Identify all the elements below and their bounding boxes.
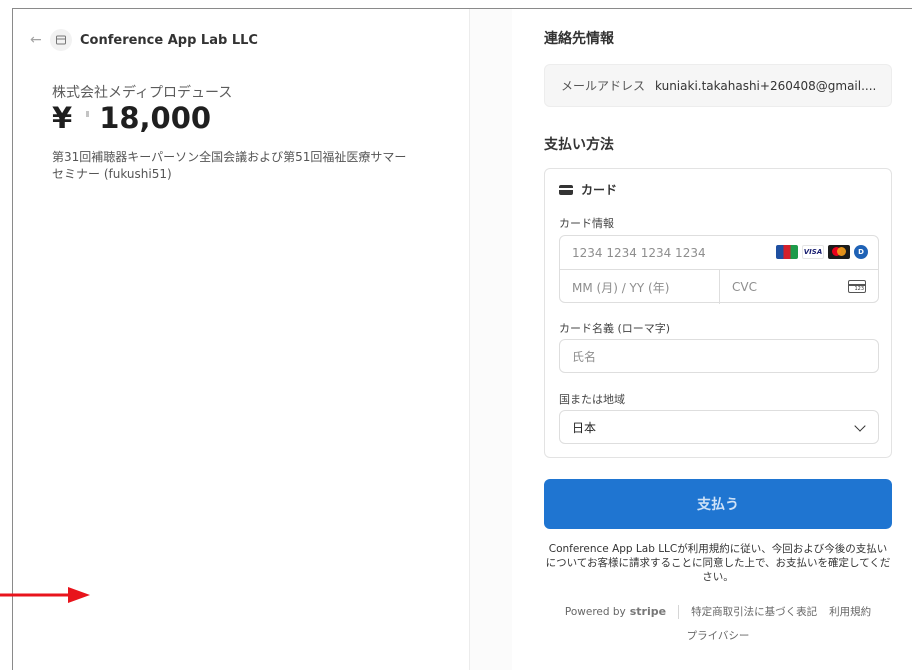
payment-method-card: カード カード情報 1234 1234 1234 1234 VISA D MM … <box>544 168 892 458</box>
amount-value: 18,000 <box>99 101 212 135</box>
powered-by-stripe[interactable]: Powered by stripe <box>565 605 666 618</box>
cardholder-name-label: カード名義 (ローマ字) <box>559 322 671 335</box>
visa-icon: VISA <box>802 245 824 259</box>
payment-method-header[interactable]: カード <box>559 181 617 198</box>
expiry-input[interactable]: MM (月) / YY (年) <box>560 270 720 304</box>
mastercard-icon <box>828 245 850 259</box>
back-arrow-icon[interactable]: ← <box>30 32 42 48</box>
credit-card-icon <box>559 184 573 195</box>
card-number-placeholder: 1234 1234 1234 1234 <box>572 245 706 260</box>
annotation-arrow-icon <box>0 587 90 603</box>
footer-link-privacy[interactable]: プライバシー <box>544 628 892 643</box>
product-company: 株式会社メディプロデュース <box>52 85 233 101</box>
merchant-name: Conference App Lab LLC <box>80 32 258 48</box>
cardholder-name-placeholder: 氏名 <box>572 349 597 364</box>
store-icon <box>56 35 66 45</box>
cardholder-name-input[interactable]: 氏名 <box>559 339 879 373</box>
card-info-label: カード情報 <box>559 217 614 230</box>
price-mark <box>86 111 90 117</box>
cvc-placeholder: CVC <box>732 280 757 294</box>
stripe-logo: stripe <box>629 605 667 618</box>
expiry-placeholder: MM (月) / YY (年) <box>572 280 670 295</box>
merchant-header[interactable]: ← Conference App Lab LLC <box>30 28 258 52</box>
product-description: 第31回補聴器キーパーソン全国会議および第51回福祉医療サマーセミナー (fuk… <box>52 150 407 181</box>
email-label: メールアドレス <box>561 79 646 93</box>
chevron-down-icon <box>854 420 866 432</box>
country-select[interactable]: 日本 <box>559 410 879 444</box>
country-label: 国または地域 <box>559 393 625 406</box>
merchant-logo <box>50 29 72 51</box>
contact-title: 連絡先情報 <box>544 31 614 47</box>
powered-by-text: Powered by <box>564 605 626 618</box>
pay-button[interactable]: 支払う <box>544 479 892 529</box>
card-brands: VISA D <box>776 245 868 259</box>
price-amount: ¥ 18,000 <box>52 101 211 135</box>
payment-method-label: カード <box>581 183 618 197</box>
jcb-icon <box>776 245 798 259</box>
cvc-card-icon <box>848 280 866 293</box>
currency-symbol: ¥ <box>52 101 73 135</box>
footer-link-legal[interactable]: 特定商取引法に基づく表記 <box>691 604 817 619</box>
cvc-input[interactable]: CVC <box>720 270 878 304</box>
diners-icon: D <box>854 245 868 259</box>
card-number-input[interactable]: 1234 1234 1234 1234 VISA D <box>560 236 878 270</box>
footer-separator <box>678 604 680 619</box>
email-value: kuniaki.takahashi+260408@gmail.... <box>655 78 877 93</box>
email-field[interactable]: メールアドレス kuniaki.takahashi+260408@gmail..… <box>544 64 892 107</box>
card-input-group: 1234 1234 1234 1234 VISA D MM (月) / YY (… <box>559 235 879 304</box>
footer: Powered by stripe 特定商取引法に基づく表記 利用規約 <box>544 604 892 619</box>
consent-text: Conference App Lab LLCが利用規約に従い、今回および今後の支… <box>545 543 891 583</box>
payment-title: 支払い方法 <box>544 137 614 153</box>
pane-shadow <box>470 9 512 670</box>
footer-link-terms[interactable]: 利用規約 <box>829 604 871 619</box>
country-value: 日本 <box>572 420 597 435</box>
